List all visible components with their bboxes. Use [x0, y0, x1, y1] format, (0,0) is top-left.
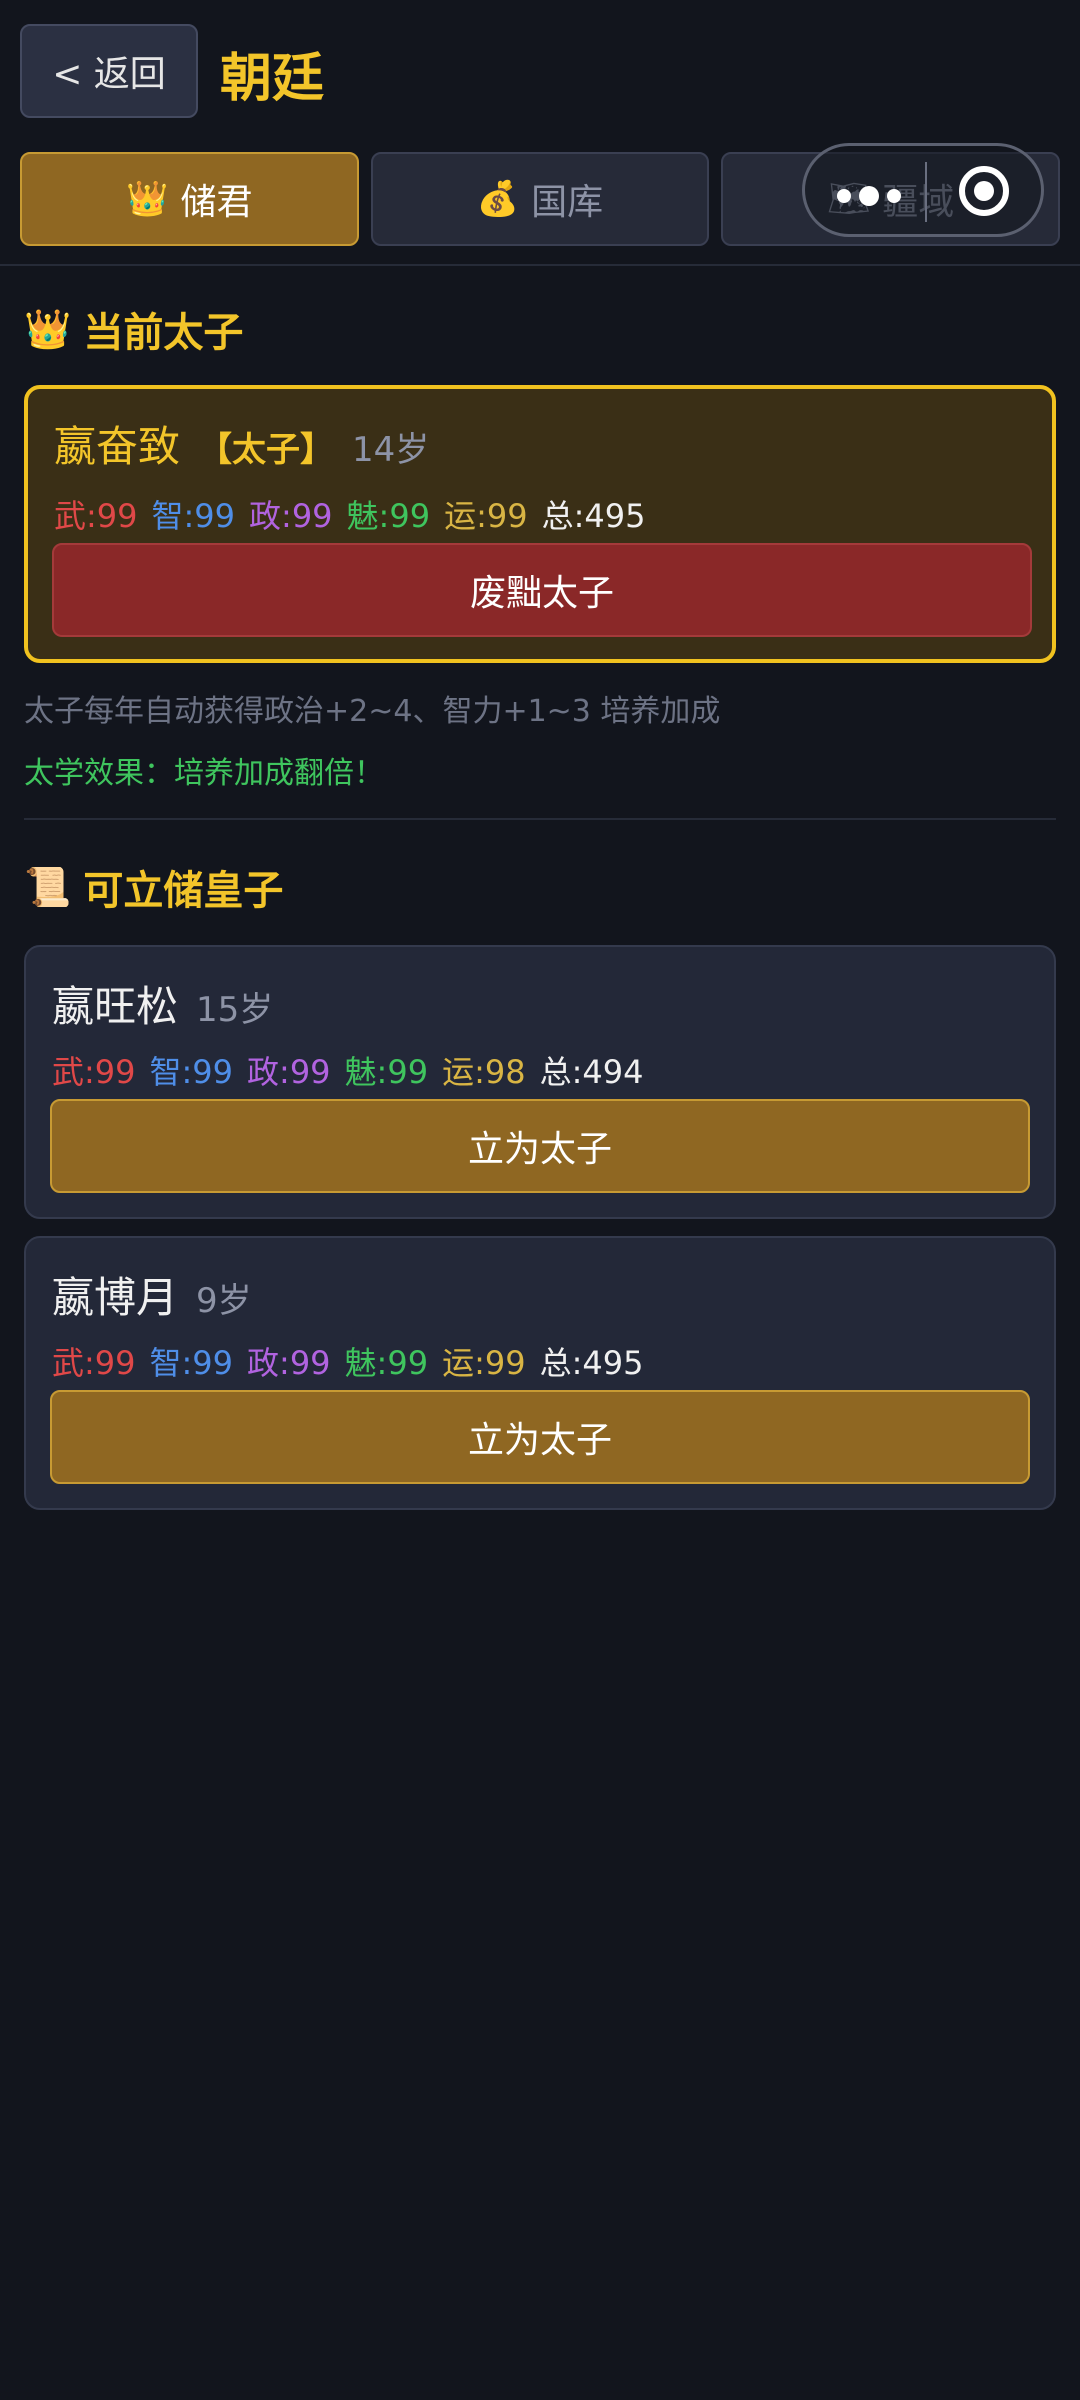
appoint-heir-button[interactable]: 立为太子	[50, 1390, 1030, 1484]
section-title-text: 可立储皇子	[83, 868, 284, 914]
heir-name: 嬴奋致	[54, 422, 181, 471]
court-page: < 返回 朝廷 👑 储君 💰 国库 🗺 疆域 👑 当前太子 嬴奋致	[0, 0, 1080, 2400]
candidate-age: 9岁	[196, 1281, 252, 1321]
candidate-name: 嬴博月	[52, 1273, 179, 1322]
tab-treasury[interactable]: 💰 国库	[370, 152, 710, 246]
capsule-menu	[802, 143, 1044, 237]
stat-intellect: 智:99	[149, 1053, 234, 1091]
tab-label: 储君	[180, 182, 253, 223]
section-title-text: 当前太子	[83, 310, 244, 356]
stat-charm: 魅:99	[346, 497, 431, 535]
stat-charm: 魅:99	[344, 1053, 429, 1091]
tab-label: 国库	[531, 182, 604, 223]
candidate-stats: 武:99 智:99 政:99 魅:99 运:99 总:495	[52, 1338, 643, 1384]
stat-total: 总:495	[539, 1344, 644, 1382]
stat-politics: 政:99	[247, 1344, 331, 1382]
depose-heir-button[interactable]: 废黜太子	[52, 543, 1032, 637]
money-bag-icon: 💰	[476, 179, 520, 219]
candidate-card: 嬴博月 9岁 武:99 智:99 政:99 魅:99 运:99 总:495 立为…	[24, 1236, 1056, 1510]
stat-force: 武:99	[54, 497, 138, 535]
candidate-card: 嬴旺松 15岁 武:99 智:99 政:99 魅:99 运:98 总:494 立…	[24, 945, 1056, 1219]
candidate-age: 15岁	[196, 990, 274, 1030]
stat-force: 武:99	[52, 1053, 136, 1091]
page-title: 朝廷	[220, 49, 325, 109]
scroll-icon: 📜	[24, 864, 72, 909]
tab-heir[interactable]: 👑 储君	[20, 152, 359, 246]
header: < 返回 朝廷	[0, 0, 1080, 140]
candidate-name: 嬴旺松	[52, 982, 179, 1031]
stat-luck: 运:99	[444, 497, 528, 535]
stat-total: 总:494	[539, 1053, 644, 1091]
stat-luck: 运:99	[442, 1344, 526, 1382]
stat-politics: 政:99	[249, 497, 333, 535]
section-title-current: 👑 当前太子	[24, 300, 243, 358]
academy-effect: 太学效果：培养加成翻倍！	[24, 756, 384, 791]
current-heir-card: 嬴奋致 【太子】 14岁 武:99 智:99 政:99 魅:99 运:99 总:…	[24, 385, 1056, 663]
crown-icon: 👑	[126, 179, 169, 219]
stat-total: 总:495	[541, 497, 646, 535]
section-title-candidates: 📜 可立储皇子	[24, 858, 283, 916]
heir-hint: 太子每年自动获得政治+2~4、智力+1~3 培养加成	[24, 694, 721, 729]
candidate-stats: 武:99 智:99 政:99 魅:99 运:98 总:494	[52, 1047, 643, 1093]
stat-luck: 运:98	[442, 1053, 526, 1091]
crown-icon: 👑	[24, 306, 72, 351]
back-button[interactable]: < 返回	[20, 24, 198, 118]
more-icon[interactable]	[837, 186, 901, 206]
appoint-heir-button[interactable]: 立为太子	[50, 1099, 1030, 1193]
stat-force: 武:99	[52, 1344, 136, 1382]
heir-age: 14岁	[352, 430, 430, 470]
stat-intellect: 智:99	[151, 497, 236, 535]
close-icon[interactable]	[959, 166, 1009, 216]
divider	[24, 818, 1056, 820]
stat-politics: 政:99	[247, 1053, 331, 1091]
capsule-divider	[925, 162, 927, 222]
candidate-header: 嬴博月 9岁	[52, 1264, 252, 1325]
heir-badge: 【太子】	[198, 430, 335, 470]
heir-header: 嬴奋致 【太子】 14岁	[54, 413, 429, 474]
candidate-header: 嬴旺松 15岁	[52, 973, 273, 1034]
stat-charm: 魅:99	[344, 1344, 429, 1382]
heir-stats: 武:99 智:99 政:99 魅:99 运:99 总:495	[54, 491, 645, 537]
divider	[0, 264, 1080, 266]
stat-intellect: 智:99	[149, 1344, 234, 1382]
